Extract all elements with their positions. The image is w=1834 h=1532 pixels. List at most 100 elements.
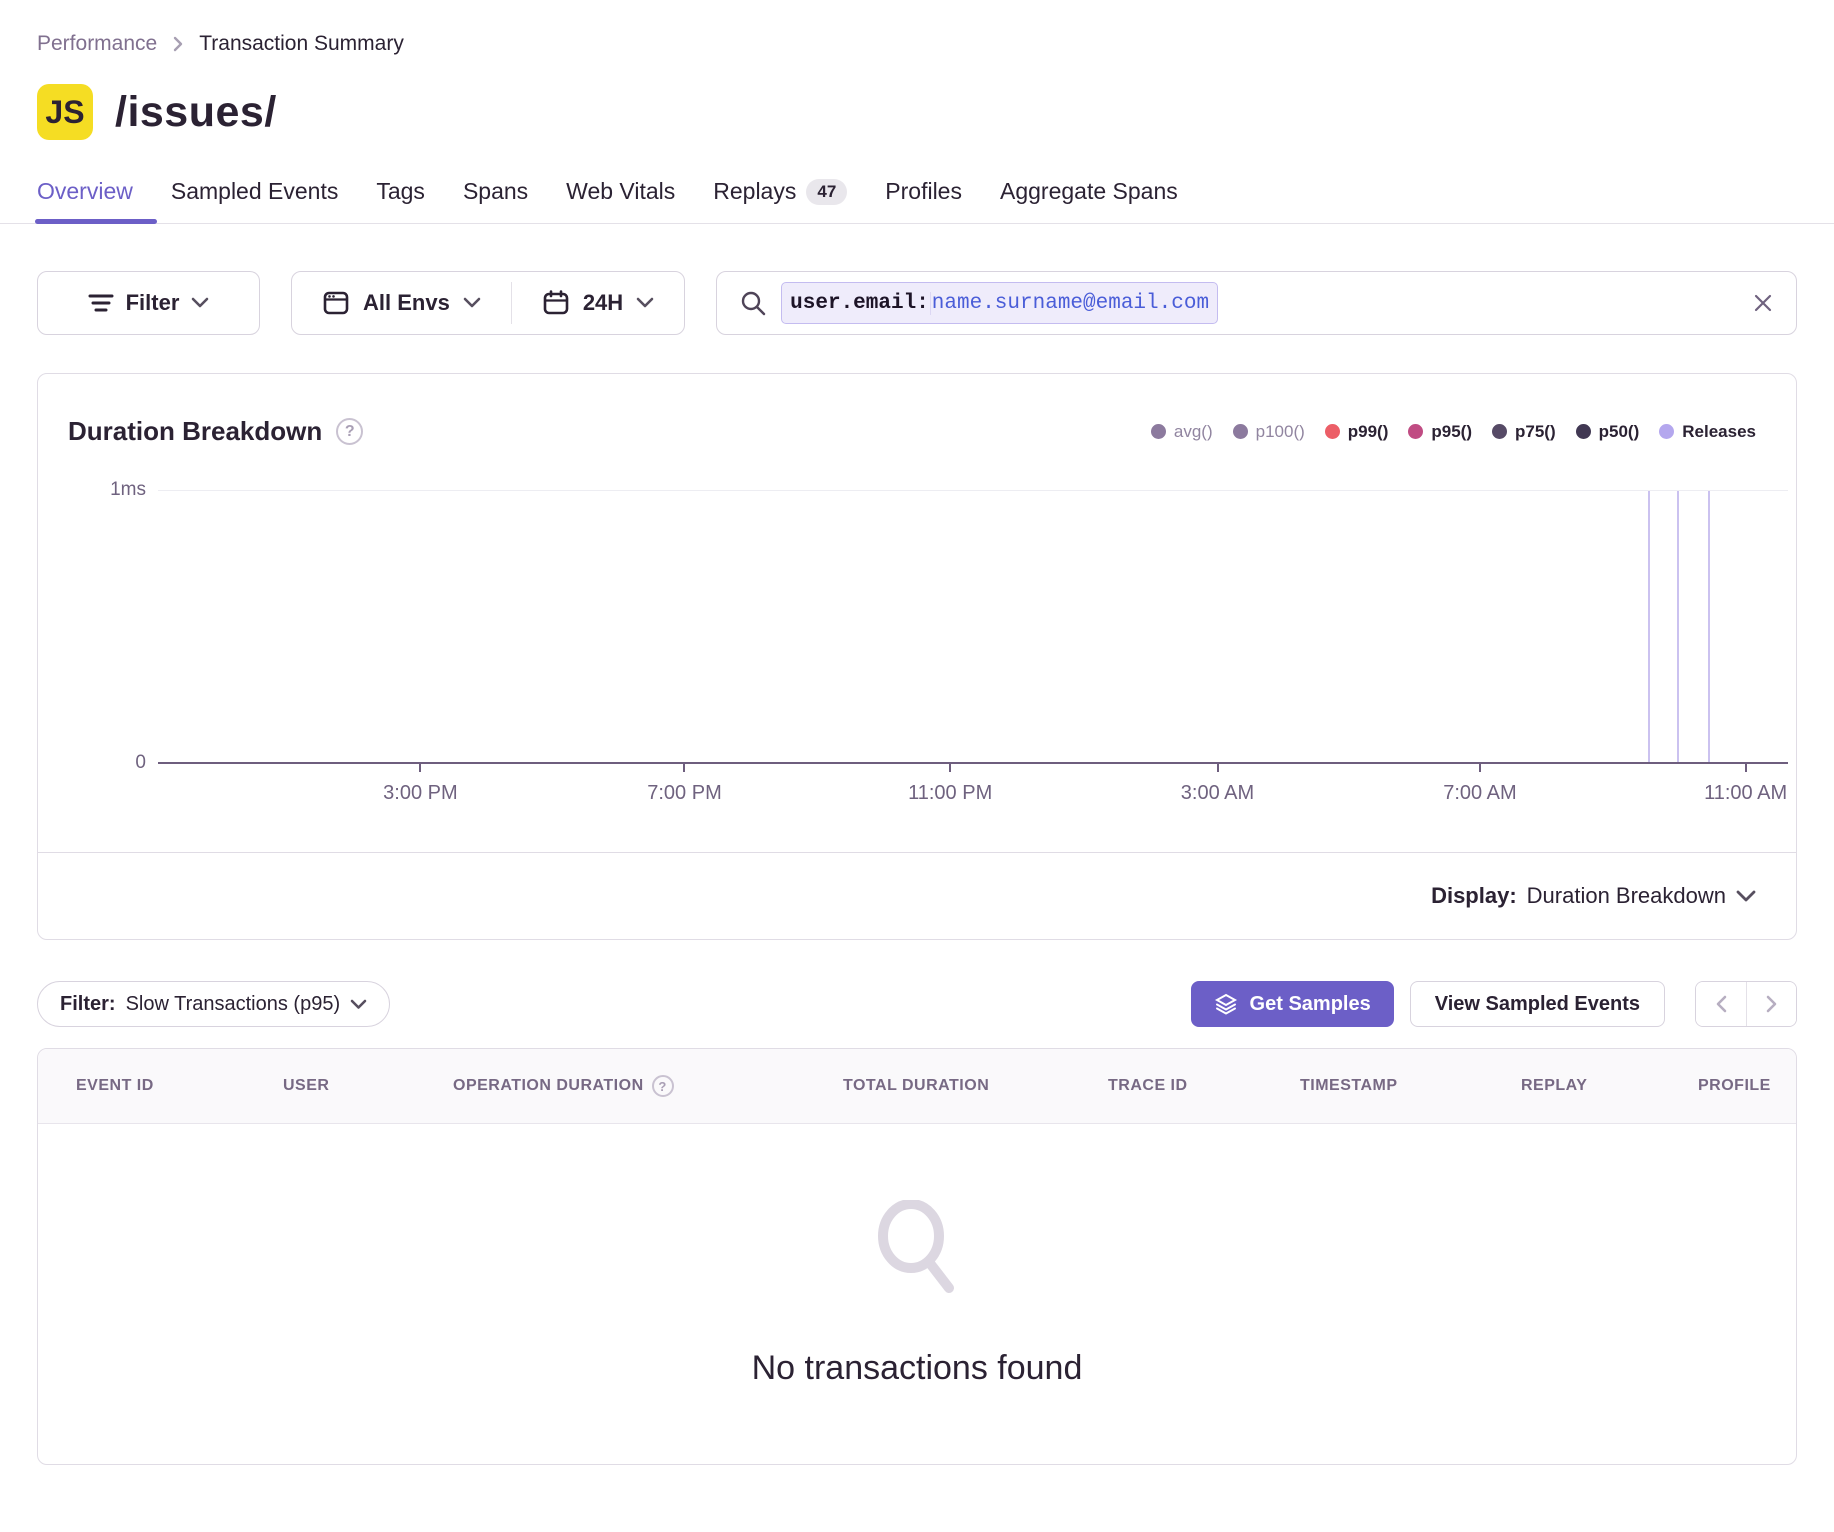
chevron-right-icon bbox=[1765, 994, 1778, 1014]
tab-tags[interactable]: Tags bbox=[376, 178, 425, 223]
x-axis-tick-label: 7:00 AM bbox=[1443, 782, 1516, 805]
filter-button[interactable]: Filter bbox=[37, 271, 260, 335]
x-axis-tick bbox=[949, 764, 951, 772]
chevron-left-icon bbox=[1715, 994, 1728, 1014]
table-header-row: EVENT ID USER OPERATION DURATION ? TOTAL… bbox=[38, 1049, 1796, 1124]
calendar-icon bbox=[542, 289, 570, 317]
samples-row: Filter: Slow Transactions (p95) Get Samp… bbox=[0, 940, 1834, 1027]
column-header-operation-duration: OPERATION DURATION ? bbox=[453, 1075, 843, 1097]
y-axis-max-label: 1ms bbox=[46, 479, 146, 501]
duration-breakdown-panel: Duration Breakdown ? avg() p100() p99() bbox=[37, 373, 1797, 940]
column-header-user: USER bbox=[283, 1077, 453, 1095]
help-icon[interactable]: ? bbox=[652, 1075, 674, 1097]
chart-plot-area[interactable]: 1ms 0 3:00 PM 7:00 PM 11:00 PM 3:00 AM 7… bbox=[158, 490, 1788, 764]
chevron-down-icon bbox=[636, 297, 654, 309]
legend-dot bbox=[1408, 424, 1423, 439]
x-axis-tick-label: 11:00 PM bbox=[908, 782, 992, 805]
tab-profiles[interactable]: Profiles bbox=[885, 178, 962, 223]
legend-item-p99[interactable]: p99() bbox=[1325, 422, 1389, 442]
env-time-button-group: All Envs 24H bbox=[291, 271, 685, 335]
x-axis-tick-label: 11:00 AM bbox=[1704, 782, 1787, 805]
layers-icon bbox=[1214, 992, 1238, 1016]
chart-legend: avg() p100() p99() p95() p75() bbox=[1151, 422, 1756, 442]
column-header-replay: REPLAY bbox=[1521, 1077, 1698, 1095]
replays-count-badge: 47 bbox=[806, 179, 847, 205]
display-label: Display: bbox=[1431, 883, 1517, 909]
release-marker-line[interactable] bbox=[1708, 491, 1710, 764]
search-filter-token[interactable]: user.email: name.surname@email.com bbox=[781, 282, 1218, 324]
page-title: /issues/ bbox=[115, 88, 277, 137]
column-header-timestamp: TIMESTAMP bbox=[1300, 1077, 1521, 1095]
legend-item-releases[interactable]: Releases bbox=[1659, 422, 1756, 442]
legend-dot bbox=[1659, 424, 1674, 439]
environment-label: All Envs bbox=[363, 290, 450, 316]
breadcrumb-current: Transaction Summary bbox=[199, 32, 404, 56]
get-samples-button[interactable]: Get Samples bbox=[1191, 981, 1394, 1027]
chevron-down-icon bbox=[1736, 890, 1756, 903]
y-axis-min-label: 0 bbox=[46, 752, 146, 774]
clear-search-icon[interactable] bbox=[1752, 292, 1774, 314]
search-empty-icon bbox=[867, 1200, 967, 1305]
chart-footer: Display: Duration Breakdown bbox=[38, 852, 1796, 939]
javascript-platform-icon: JS bbox=[37, 84, 93, 140]
legend-dot bbox=[1492, 424, 1507, 439]
search-token-key: user.email: bbox=[782, 292, 930, 315]
pagination bbox=[1695, 981, 1797, 1027]
breadcrumb-performance[interactable]: Performance bbox=[37, 32, 157, 56]
tab-replays[interactable]: Replays 47 bbox=[713, 178, 847, 223]
x-axis-tick bbox=[419, 764, 421, 772]
release-marker-line[interactable] bbox=[1648, 491, 1650, 764]
transaction-filter-value: Slow Transactions (p95) bbox=[126, 993, 341, 1016]
chart-title: Duration Breakdown bbox=[68, 416, 322, 447]
get-samples-label: Get Samples bbox=[1250, 993, 1371, 1016]
release-marker-line[interactable] bbox=[1677, 491, 1679, 764]
toolbar: Filter All Envs 24H bbox=[0, 224, 1834, 335]
column-header-total-duration: TOTAL DURATION bbox=[843, 1077, 1108, 1095]
chevron-right-icon bbox=[171, 34, 185, 54]
x-axis-tick-label: 7:00 PM bbox=[647, 782, 721, 805]
tab-sampled-events[interactable]: Sampled Events bbox=[171, 178, 338, 223]
chevron-down-icon bbox=[350, 999, 367, 1010]
samples-actions: Get Samples View Sampled Events bbox=[1191, 981, 1797, 1027]
chevron-down-icon bbox=[191, 297, 209, 309]
window-icon bbox=[322, 289, 350, 317]
x-axis-tick-label: 3:00 AM bbox=[1181, 782, 1254, 805]
tab-aggregate-spans[interactable]: Aggregate Spans bbox=[1000, 178, 1178, 223]
x-axis-line bbox=[158, 762, 1788, 764]
legend-item-p50[interactable]: p50() bbox=[1576, 422, 1640, 442]
column-header-event-id: EVENT ID bbox=[76, 1077, 283, 1095]
x-axis-tick bbox=[683, 764, 685, 772]
transaction-filter-label: Filter: bbox=[60, 993, 116, 1016]
chevron-down-icon bbox=[463, 297, 481, 309]
transaction-summary-page: Performance Transaction Summary JS /issu… bbox=[0, 0, 1834, 1532]
legend-item-p95[interactable]: p95() bbox=[1408, 422, 1472, 442]
legend-dot bbox=[1576, 424, 1591, 439]
tab-spans[interactable]: Spans bbox=[463, 178, 528, 223]
tab-web-vitals[interactable]: Web Vitals bbox=[566, 178, 675, 223]
transaction-filter-dropdown[interactable]: Filter: Slow Transactions (p95) bbox=[37, 981, 390, 1027]
next-page-button[interactable] bbox=[1746, 982, 1796, 1026]
empty-state-text: No transactions found bbox=[752, 1349, 1083, 1388]
legend-item-p100[interactable]: p100() bbox=[1233, 422, 1305, 442]
search-input[interactable]: user.email: name.surname@email.com bbox=[716, 271, 1797, 335]
legend-item-avg[interactable]: avg() bbox=[1151, 422, 1213, 442]
legend-item-p75[interactable]: p75() bbox=[1492, 422, 1556, 442]
tab-overview[interactable]: Overview bbox=[37, 178, 133, 223]
x-axis-tick-label: 3:00 PM bbox=[383, 782, 457, 805]
search-icon bbox=[739, 289, 767, 317]
help-icon[interactable]: ? bbox=[336, 418, 363, 445]
column-header-trace-id: TRACE ID bbox=[1108, 1077, 1300, 1095]
x-axis-tick bbox=[1217, 764, 1219, 772]
transactions-table: EVENT ID USER OPERATION DURATION ? TOTAL… bbox=[37, 1048, 1797, 1465]
filter-button-label: Filter bbox=[126, 290, 180, 316]
time-range-selector[interactable]: 24H bbox=[512, 272, 684, 334]
environment-selector[interactable]: All Envs bbox=[292, 272, 511, 334]
legend-dot bbox=[1325, 424, 1340, 439]
filter-lines-icon bbox=[88, 292, 114, 314]
x-axis-tick bbox=[1479, 764, 1481, 772]
search-token-value: name.surname@email.com bbox=[930, 292, 1217, 315]
view-sampled-events-button[interactable]: View Sampled Events bbox=[1410, 981, 1665, 1027]
display-selector[interactable]: Duration Breakdown bbox=[1527, 883, 1756, 909]
previous-page-button[interactable] bbox=[1696, 982, 1746, 1026]
time-range-label: 24H bbox=[583, 290, 623, 316]
